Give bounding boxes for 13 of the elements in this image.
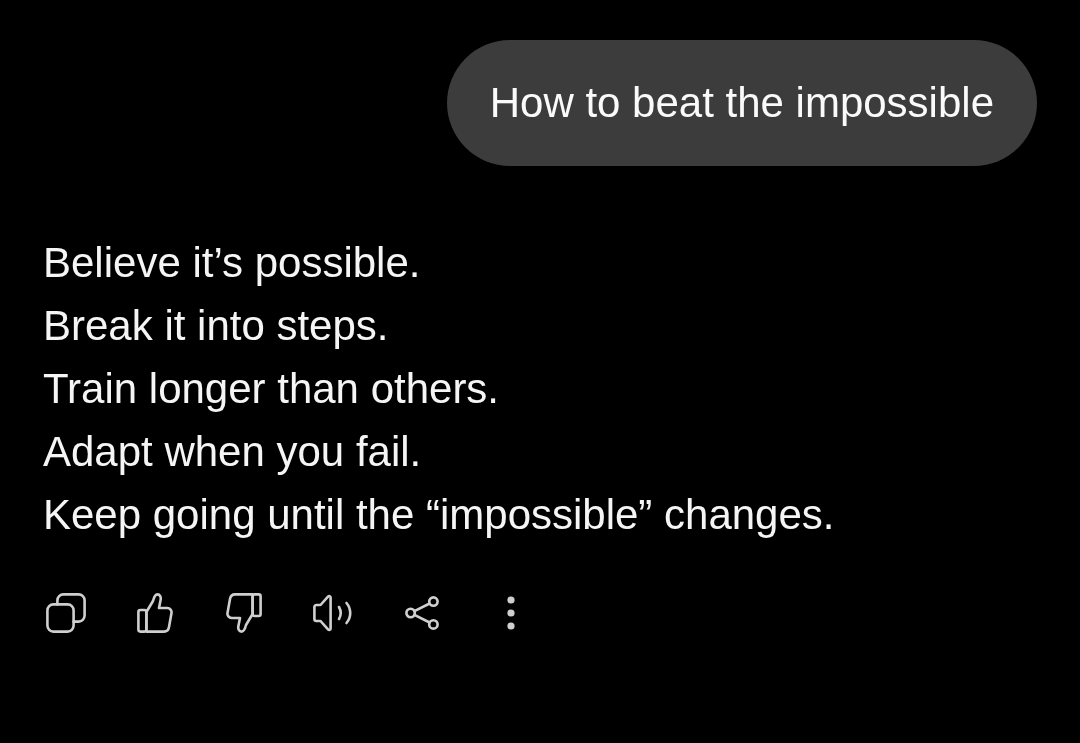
thumbs-up-icon bbox=[137, 593, 173, 633]
speaker-icon bbox=[312, 594, 354, 632]
response-text: Break it into steps. bbox=[43, 301, 389, 351]
more-options-icon bbox=[507, 596, 515, 630]
response-text: Train longer than others. bbox=[43, 364, 500, 414]
response-text: Keep going until the “impossible” changes. bbox=[43, 490, 835, 540]
response-text: Adapt when you fail. bbox=[43, 427, 422, 477]
thumbs-down-icon bbox=[226, 593, 262, 633]
copy-button[interactable] bbox=[43, 590, 89, 636]
copy-icon bbox=[46, 593, 86, 633]
share-icon bbox=[405, 596, 439, 630]
user-message-bubble: How to beat the impossible bbox=[446, 40, 1037, 166]
response-text: Believe it’s possible. bbox=[43, 238, 421, 288]
